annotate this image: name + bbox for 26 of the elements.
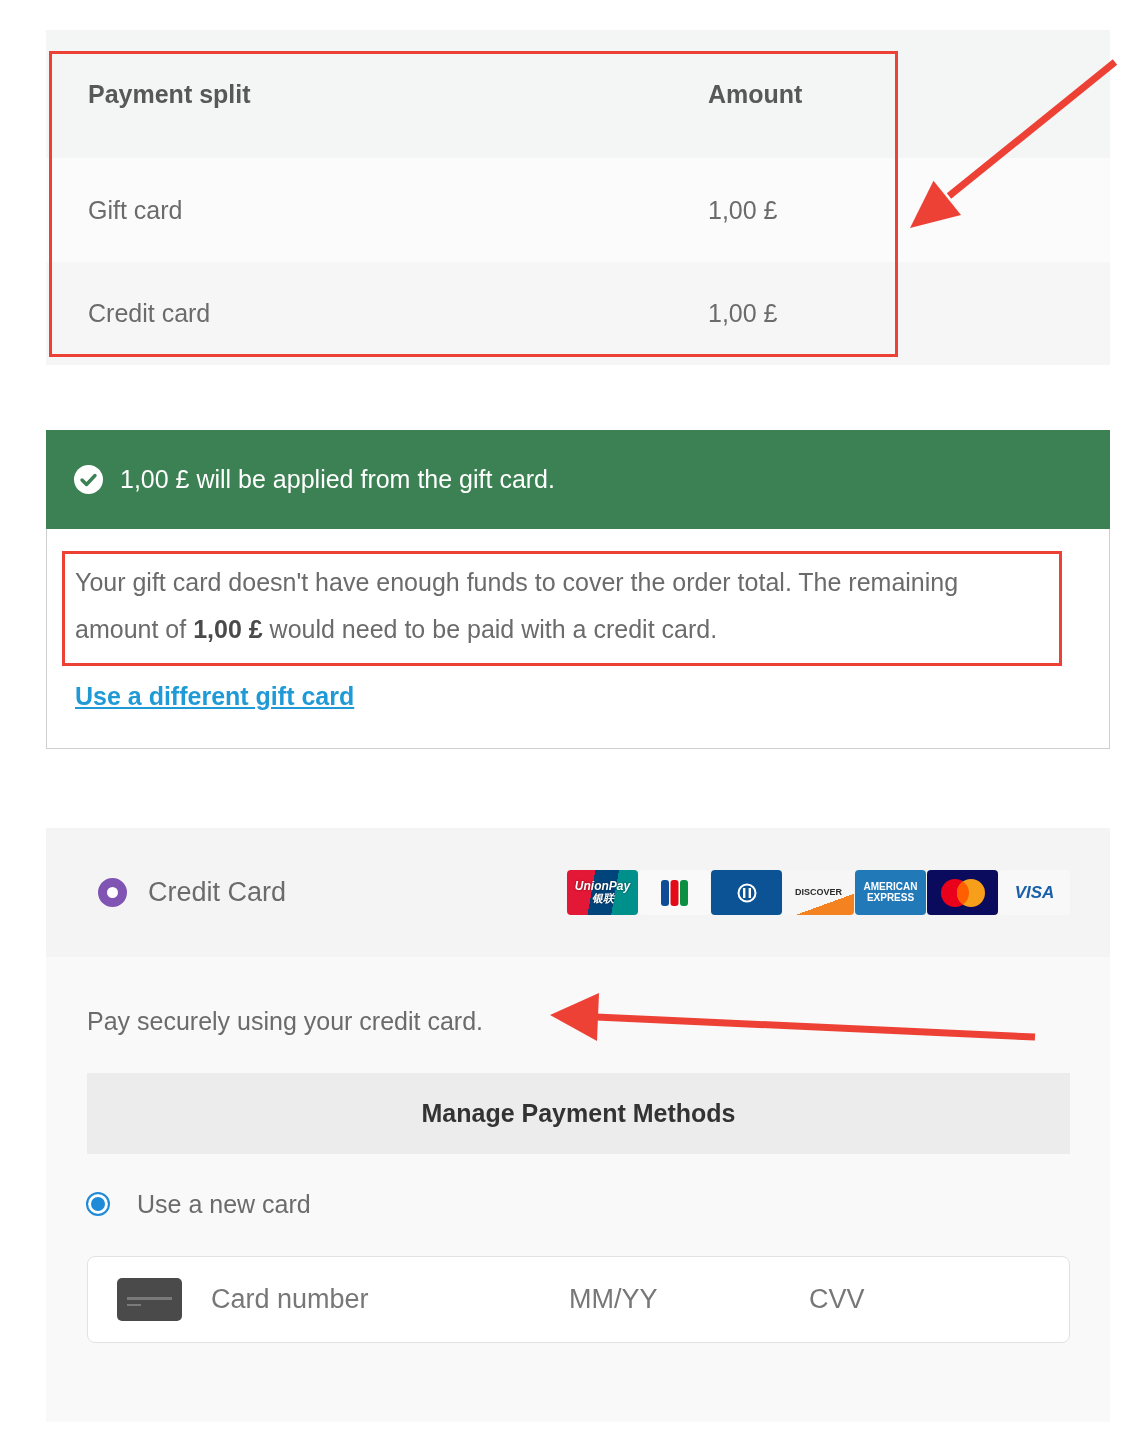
expiry-field[interactable]: MM/YY — [569, 1277, 809, 1322]
table-cell: 1,00 £ — [708, 299, 778, 328]
color-bars-icon — [661, 879, 688, 906]
manage-payment-methods-button[interactable]: Manage Payment Methods — [87, 1073, 1070, 1154]
overlapping-circles-icon — [940, 878, 985, 907]
table-cell: Credit card — [88, 299, 211, 328]
credit-card-icon — [117, 1278, 182, 1321]
card-number-field[interactable]: Card number — [211, 1277, 569, 1322]
logo-text: VISA — [1014, 883, 1055, 902]
option-label: Use a new card — [137, 1189, 311, 1219]
cvv-field[interactable]: CVV — [809, 1277, 1009, 1322]
logo-text: 银联 — [591, 893, 614, 905]
circle-logo-icon — [736, 882, 757, 903]
table-cell: Gift card — [88, 195, 183, 225]
table-header-cell: Amount — [708, 79, 803, 109]
logo-text: AMERICAN EXPRESS — [862, 882, 919, 903]
payment-method-label: Credit Card — [148, 877, 287, 908]
notice-message: 1,00 £ will be applied from the gift card. — [120, 465, 555, 494]
table-header-cell: Payment split — [88, 79, 251, 109]
table-cell: 1,00 £ — [708, 195, 778, 225]
radio-icon[interactable] — [98, 878, 127, 907]
notice-details-text: Your gift card doesn't have enough funds to cover the order total. The remaining amount of 1,00 £ would need to be paid with a credit card. — [75, 567, 960, 645]
payment-description: Pay securely using your credit card. — [87, 1006, 483, 1036]
check-circle-icon — [74, 465, 103, 494]
radio-icon[interactable] — [86, 1192, 110, 1216]
logo-text: DISCOVER — [795, 887, 842, 898]
